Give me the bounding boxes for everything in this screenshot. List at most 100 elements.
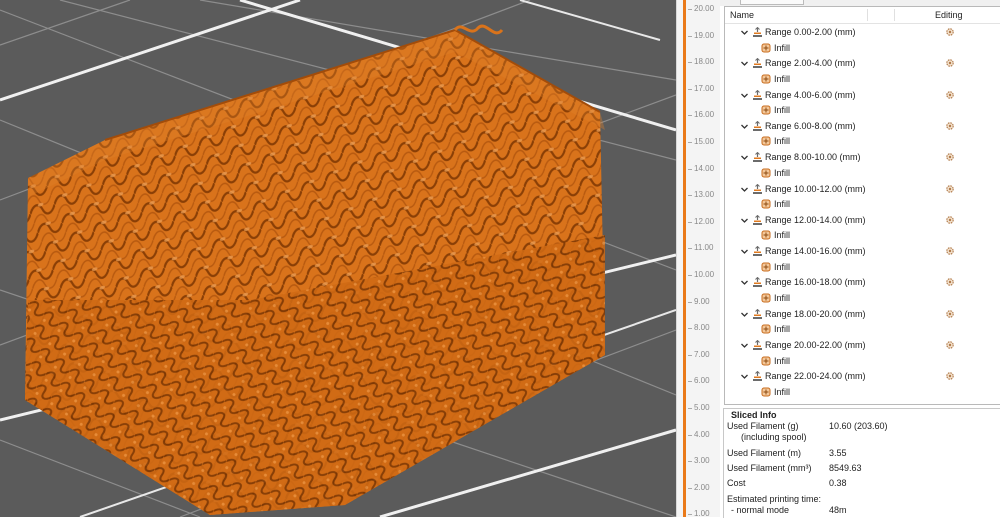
range-row[interactable]: Range 8.00-10.00 (mm): [725, 150, 1000, 165]
layer-range-icon: [752, 120, 763, 132]
range-label: Range 4.00-6.00 (mm): [765, 89, 856, 100]
infill-row[interactable]: Infill: [725, 166, 1000, 181]
infill-row[interactable]: Infill: [725, 197, 1000, 212]
column-name-header[interactable]: Name: [730, 10, 754, 20]
infill-label: Infill: [774, 167, 791, 178]
printed-object[interactable]: [25, 24, 605, 515]
normal-mode-value: 48m: [829, 505, 847, 515]
range-row[interactable]: Range 10.00-12.00 (mm): [725, 182, 1000, 197]
ruler-tick: 19.00: [688, 31, 718, 41]
chevron-down-icon[interactable]: [740, 122, 749, 131]
chevron-down-icon[interactable]: [740, 216, 749, 225]
infill-label: Infill: [774, 355, 791, 366]
infill-row[interactable]: Infill: [725, 41, 1000, 56]
ruler-tick-label: 6.00: [694, 376, 710, 386]
settings-icon[interactable]: [945, 121, 955, 131]
infill-row[interactable]: Infill: [725, 322, 1000, 337]
settings-icon[interactable]: [945, 90, 955, 100]
layer-height-slider[interactable]: 20.00 19.00 18.00 17.00 16.00 15.00 14.00 13.00…: [676, 0, 721, 518]
settings-icon[interactable]: [945, 246, 955, 256]
range-label: Range 20.00-22.00 (mm): [765, 340, 866, 350]
ruler-tick: 2.00: [688, 483, 718, 493]
infill-row[interactable]: Infill: [725, 260, 1000, 275]
range-label: Range 16.00-18.00 (mm): [765, 277, 866, 288]
chevron-down-icon[interactable]: [740, 372, 749, 381]
range-row[interactable]: Range 4.00-6.00 (mm): [725, 88, 1000, 103]
chevron-down-icon[interactable]: [740, 247, 749, 256]
normal-mode-label: - normal mode: [731, 505, 790, 515]
column-editing-header[interactable]: Editing: [935, 10, 963, 20]
infill-row[interactable]: Infill: [725, 103, 1000, 118]
settings-icon[interactable]: [945, 277, 955, 287]
sliced-info-title: Sliced Info: [730, 410, 778, 420]
settings-icon[interactable]: [945, 184, 955, 194]
range-row[interactable]: Range 12.00-14.00 (mm): [725, 213, 1000, 228]
range-label: Range 22.00-24.00 (mm): [765, 371, 866, 382]
layer-range-icon: [752, 89, 763, 101]
chevron-down-icon[interactable]: [740, 59, 749, 68]
chevron-down-icon[interactable]: [740, 341, 749, 350]
ruler-tick-label: 10.00: [694, 270, 715, 279]
layer-range-icon: [752, 183, 763, 195]
range-row[interactable]: Range 18.00-20.00 (mm): [725, 307, 1000, 322]
settings-icon[interactable]: [945, 340, 955, 350]
ruler-tick: 17.00: [688, 84, 718, 94]
settings-icon[interactable]: [945, 309, 955, 319]
chevron-down-icon[interactable]: [740, 28, 749, 37]
infill-row[interactable]: Infill: [725, 72, 1000, 87]
range-row[interactable]: Range 6.00-8.00 (mm): [725, 119, 1000, 134]
ruler-tick: 18.00: [688, 57, 718, 67]
settings-icon[interactable]: [945, 27, 955, 37]
print-bed-scene: [0, 0, 676, 517]
ruler-tick-label: 19.00: [694, 30, 715, 40]
settings-icon[interactable]: [945, 371, 955, 381]
range-label: Range 8.00-10.00 (mm): [765, 152, 861, 163]
infill-row[interactable]: Infill: [725, 354, 1000, 369]
infill-row[interactable]: Infill: [725, 291, 1000, 306]
infill-icon: [761, 74, 771, 84]
ruler-tick: 10.00: [688, 270, 718, 280]
infill-row[interactable]: Infill: [725, 134, 1000, 149]
chevron-down-icon[interactable]: [740, 310, 749, 319]
ruler-tick-label: 20.00: [694, 4, 715, 13]
infill-icon: [761, 356, 771, 366]
range-row[interactable]: Range 16.00-18.00 (mm): [725, 275, 1000, 290]
settings-icon[interactable]: [945, 58, 955, 68]
infill-icon: [761, 262, 771, 272]
range-row[interactable]: Range 14.00-16.00 (mm): [725, 244, 1000, 259]
used-filament-mm3-label: Used Filament (mm³): [727, 463, 812, 473]
object-list[interactable]: Name Editing Range 0.00-2.00 (mm) Infill R…: [724, 6, 1000, 405]
infill-label: Infill: [774, 230, 791, 241]
infill-label: Infill: [774, 324, 791, 335]
range-row[interactable]: Range 20.00-22.00 (mm): [725, 338, 1000, 353]
chevron-down-icon[interactable]: [740, 91, 749, 100]
infill-icon: [761, 230, 771, 240]
ruler-tick-label: 5.00: [694, 403, 710, 412]
layer-slider-track[interactable]: [683, 0, 686, 517]
infill-row[interactable]: Infill: [725, 385, 1000, 400]
ruler-tick-label: 14.00: [694, 163, 715, 173]
ruler-tick-label: 13.00: [694, 190, 715, 200]
settings-icon[interactable]: [945, 215, 955, 225]
infill-row[interactable]: Infill: [725, 228, 1000, 243]
used-filament-mm3-value: 8549.63: [829, 463, 862, 473]
ruler-tick: 11.00: [688, 243, 718, 253]
layer-range-icon: [752, 26, 763, 38]
chevron-down-icon[interactable]: [740, 278, 749, 287]
range-row[interactable]: Range 2.00-4.00 (mm): [725, 56, 1000, 71]
range-row[interactable]: Range 22.00-24.00 (mm): [725, 369, 1000, 384]
layer-range-icon: [752, 58, 763, 69]
layer-range-icon: [752, 245, 763, 257]
ruler-tick-label: 11.00: [694, 243, 714, 253]
chevron-down-icon[interactable]: [740, 153, 749, 162]
3d-viewport[interactable]: [0, 0, 676, 517]
top-tab[interactable]: [740, 0, 804, 5]
ruler-tick-label: 7.00: [694, 349, 710, 359]
settings-icon[interactable]: [945, 152, 955, 162]
ruler-tick: 20.00: [688, 4, 718, 14]
chevron-down-icon[interactable]: [740, 185, 749, 194]
cost-label: Cost: [727, 478, 746, 488]
range-row[interactable]: Range 0.00-2.00 (mm): [725, 25, 1000, 40]
range-label: Range 18.00-20.00 (mm): [765, 308, 866, 319]
infill-icon: [761, 387, 771, 397]
